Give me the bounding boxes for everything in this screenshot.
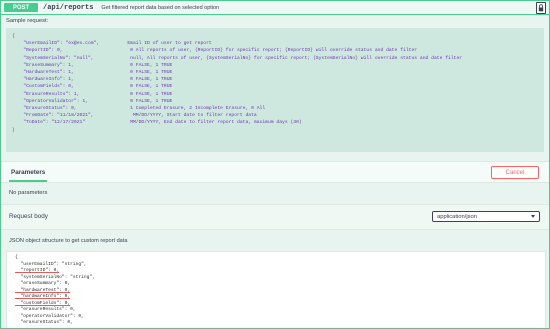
sample-request-line: "ReportID": 0, 0 All reports of user, {R… [23,48,418,54]
sample-request-line: "ErasureStatus": 0, 1 Completed Erasure,… [23,106,266,112]
tab-parameters[interactable]: Parameters [9,162,48,182]
json-structure-line: { [15,255,18,260]
method-badge: POST [4,3,38,12]
sample-request-line: "HardwareTest": 1, 0 FALSE, 1 TRUE [23,70,173,76]
json-structure-line: "eraseSummary": 0, [20,281,71,286]
json-structure-line: "erasureStatus": 0, [15,320,73,325]
sample-request-label: Sample request: [6,18,49,24]
sample-request-line: "UserEmailID": "ex@ex.com", Email ID of … [23,41,212,47]
content-type-select[interactable]: application/json [432,211,540,222]
sample-request-line: "EraseSummary": 1, 0 FALSE, 1 TRUE [23,62,173,68]
sample-request-line: "OperatorValidator": 1, 0 FALSE, 1 TRUE [23,98,173,104]
parameters-bar: Parameters Cancel [1,161,549,183]
request-body-editor[interactable]: { "userEmailID": "string", "reportID": 0… [6,251,546,328]
json-structure-line: "operatorValidator": 0, [20,313,84,319]
no-parameters-text: No parameters [9,190,48,196]
json-structure-line: "reportID": 0, [20,268,60,273]
sample-request-line: "SystemSerialNo": "null", null, All repo… [23,55,463,61]
operation-block: POST /api/reports Get filtered report da… [0,0,550,329]
request-body-label: Request body [9,213,48,220]
endpoint-summary: Get filtered report data based on select… [101,4,220,11]
json-structure-line: "systemSerialNo": "string", [20,274,95,280]
sample-request-line: "ErasureResults": 1, 0 FALSE, 1 TRUE [23,91,173,97]
sample-request-line: "FromDate": "11/18/2021", MM/DD/YYYY, St… [23,113,257,119]
request-body-bar: Request body application/json [1,204,549,230]
sample-request-line: { [12,34,15,39]
json-structure-label: JSON object structure to get custom repo… [9,238,128,244]
json-structure-line: "customFields": 0, [20,300,71,306]
json-structure-line: "hardwareTest": 0, [20,287,71,293]
sample-request-text: { "UserEmailID": "ex@ex.com", Email ID o… [6,28,544,139]
sample-request-line: "CustomFields": 0, 0 FALSE, 1 TRUE [23,84,173,90]
operation-header[interactable]: POST /api/reports Get filtered report da… [1,1,549,15]
lock-icon[interactable] [536,2,546,14]
endpoint-path: /api/reports [43,3,94,12]
content-type-value: application/json [437,213,477,220]
json-structure-line: "erasureResults": 0, [20,307,76,312]
sample-request-code: { "UserEmailID": "ex@ex.com", Email ID o… [6,28,544,152]
chevron-down-icon [531,215,535,218]
cancel-button[interactable]: Cancel [491,166,539,179]
json-structure-text[interactable]: { "userEmailID": "string", "reportID": 0… [7,252,545,328]
sample-request-line: } [12,127,15,133]
json-structure-line: "userEmailID": "string", [20,261,87,267]
sample-request-line: "HardwareInfo": 1, 0 FALSE, 1 TRUE [23,77,173,83]
sample-request-line: "ToDate": "12/17/2021" MM/DD/YYYY, End d… [23,120,302,126]
json-structure-line: "hardwareInfo": 0, [20,294,71,299]
